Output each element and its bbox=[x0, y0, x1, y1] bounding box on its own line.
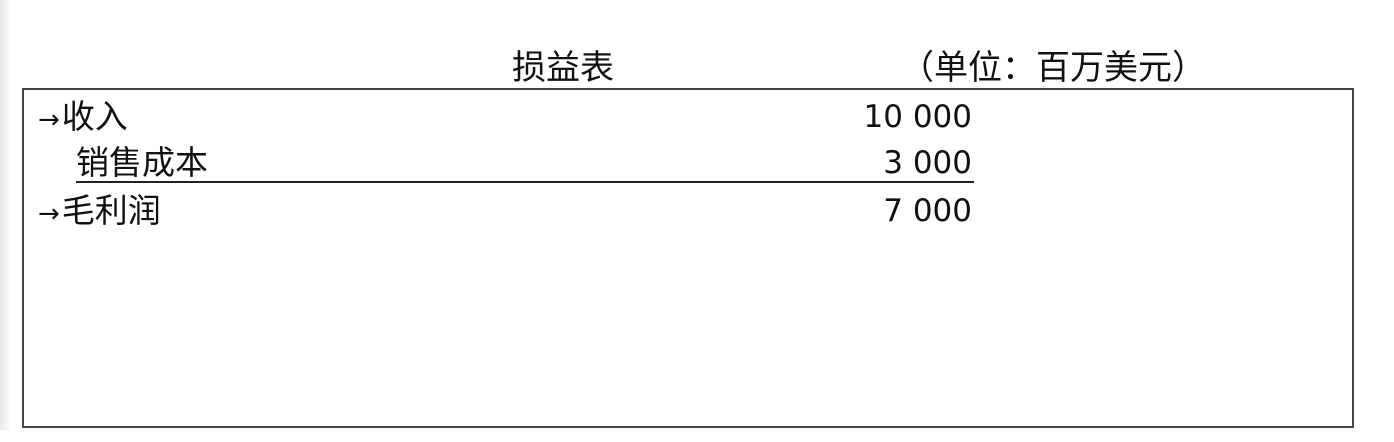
row-label-gross-profit: →毛利润 bbox=[38, 188, 161, 237]
revenue-label: 收入 bbox=[61, 97, 128, 136]
revenue-value: 10 000 bbox=[863, 99, 972, 135]
row-cost-of-sales: 销售成本 3 000 bbox=[24, 140, 1352, 186]
cost-of-sales-label: 销售成本 bbox=[76, 143, 208, 182]
row-revenue: →收入 10 000 bbox=[24, 94, 1352, 140]
arrow-right-icon: → bbox=[38, 105, 60, 135]
bottom-cut-off-strip bbox=[0, 430, 1394, 442]
statement-title: 损益表 bbox=[512, 48, 614, 88]
row-gross-profit: →毛利润 7 000 bbox=[24, 188, 1352, 234]
gross-profit-label: 毛利润 bbox=[61, 191, 161, 230]
subtotal-rule bbox=[76, 181, 974, 183]
income-statement-box: →收入 10 000 销售成本 3 000 →毛利润 7 000 bbox=[22, 88, 1354, 428]
page-edge-shadow bbox=[0, 0, 12, 442]
row-label-revenue: →收入 bbox=[38, 94, 128, 143]
arrow-right-icon: → bbox=[38, 199, 60, 229]
gross-profit-value: 7 000 bbox=[883, 193, 972, 229]
cost-of-sales-value: 3 000 bbox=[883, 145, 972, 181]
unit-note: （单位：百万美元） bbox=[900, 48, 1206, 88]
document-page: 损益表 （单位：百万美元） →收入 10 000 销售成本 3 000 →毛利润… bbox=[0, 0, 1394, 442]
